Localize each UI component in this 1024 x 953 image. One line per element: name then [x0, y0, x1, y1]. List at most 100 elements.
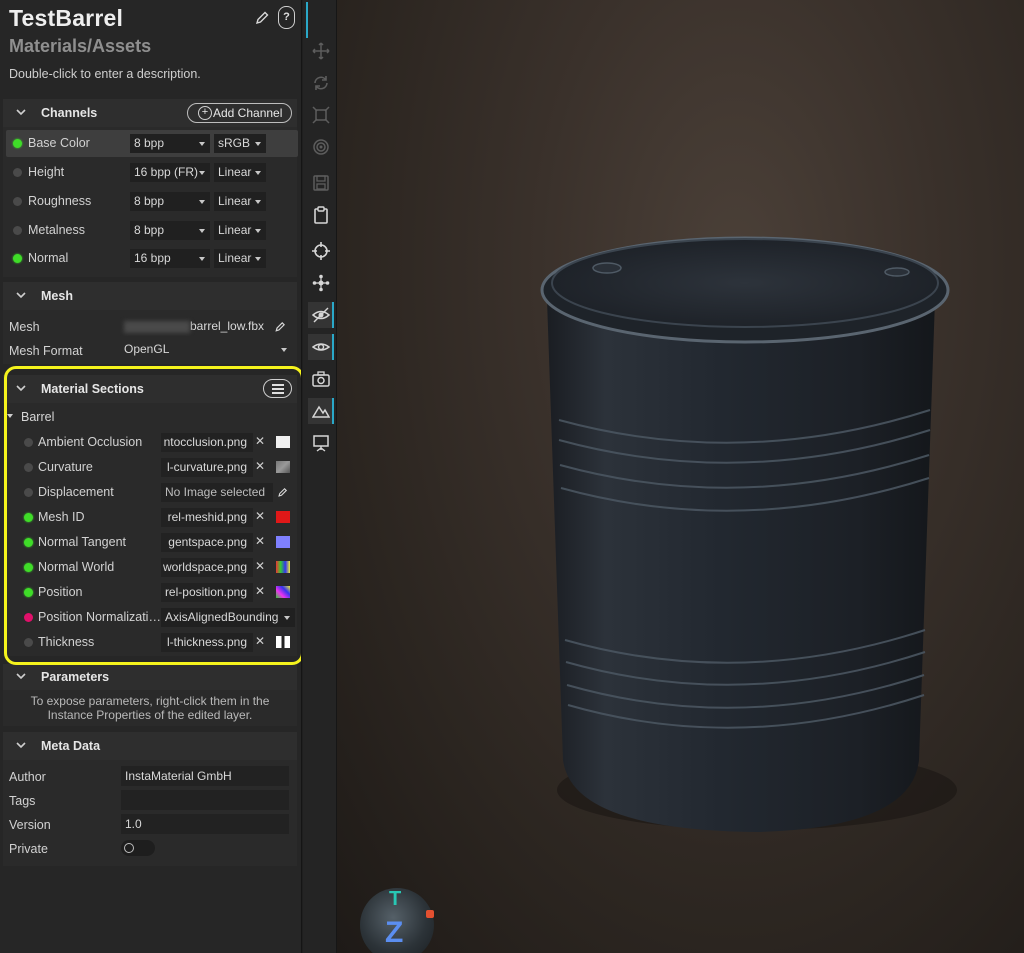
scale-icon	[312, 106, 330, 124]
color-space-dropdown[interactable]: Linear	[214, 163, 266, 182]
clear-icon[interactable]: ✕	[255, 534, 265, 548]
visibility-button[interactable]	[308, 302, 334, 328]
map-name: Thickness	[38, 635, 95, 649]
map-row-mesh-id[interactable]: Mesh ID rel-meshid.png ✕	[6, 505, 298, 530]
map-file-field[interactable]: No Image selected	[161, 483, 273, 502]
pencil-icon[interactable]	[277, 487, 288, 498]
map-file-field[interactable]: ntocclusion.png	[161, 433, 253, 452]
channel-row-height[interactable]: Height 16 bpp (FR) Linear	[6, 159, 298, 186]
pencil-icon[interactable]	[274, 321, 286, 333]
clipboard-button[interactable]	[308, 202, 334, 228]
version-label: Version	[9, 818, 51, 832]
mesh-path-field[interactable]: barrel_low.fbx	[120, 316, 270, 336]
map-row-ambient-occlusion[interactable]: Ambient Occlusion ntocclusion.png ✕	[6, 430, 298, 455]
material-sections-header[interactable]: Material Sections	[3, 375, 297, 403]
mesh-format-label: Mesh Format	[9, 344, 83, 358]
color-space-dropdown[interactable]: Linear	[214, 221, 266, 240]
channel-row-roughness[interactable]: Roughness 8 bpp Linear	[6, 188, 298, 215]
clear-icon[interactable]: ✕	[255, 634, 265, 648]
target-tool-button[interactable]	[308, 134, 334, 160]
help-button[interactable]: ?	[278, 6, 295, 29]
clear-icon[interactable]: ✕	[255, 459, 265, 473]
map-name: Mesh ID	[38, 510, 85, 524]
3d-viewport[interactable]: T Z	[337, 0, 1024, 953]
channel-row-normal[interactable]: Normal 16 bpp Linear	[6, 245, 298, 272]
pencil-icon[interactable]	[254, 10, 270, 26]
map-file-field[interactable]: worldspace.png	[161, 558, 253, 577]
hamburger-menu-button[interactable]	[263, 379, 292, 398]
private-toggle[interactable]	[121, 840, 155, 856]
mesh-section-header[interactable]: Mesh	[3, 282, 297, 310]
version-field[interactable]: 1.0	[121, 814, 289, 834]
channel-status-dot	[13, 197, 22, 206]
map-file-field[interactable]: gentspace.png	[161, 533, 253, 552]
parameters-section-header[interactable]: Parameters	[3, 664, 297, 690]
crosshair-button[interactable]	[308, 238, 334, 264]
color-space-dropdown[interactable]: sRGB	[214, 134, 266, 153]
map-file-field[interactable]: rel-meshid.png	[161, 508, 253, 527]
meta-data-section-header[interactable]: Meta Data	[3, 732, 297, 760]
color-space-dropdown[interactable]: Linear	[214, 249, 266, 268]
clear-icon[interactable]: ✕	[255, 559, 265, 573]
clear-icon[interactable]: ✕	[255, 509, 265, 523]
axis-gizmo[interactable]: T Z	[360, 888, 434, 953]
clear-icon[interactable]: ✕	[255, 584, 265, 598]
map-file-field[interactable]: rel-position.png	[161, 583, 253, 602]
channel-row-base-color[interactable]: Base Color 8 bpp sRGB	[6, 130, 298, 157]
channel-name: Height	[28, 165, 65, 179]
clipboard-icon	[314, 206, 328, 224]
bit-depth-dropdown[interactable]: 8 bpp	[130, 134, 210, 153]
barrel-render	[540, 236, 957, 832]
map-row-curvature[interactable]: Curvature l-curvature.png ✕	[6, 455, 298, 480]
section-title: Material Sections	[41, 382, 144, 396]
environment-button[interactable]	[308, 398, 334, 424]
map-row-normal-tangent[interactable]: Normal Tangent gentspace.png ✕	[6, 530, 298, 555]
gizmo-x-axis	[426, 910, 434, 918]
clear-icon[interactable]: ✕	[255, 434, 265, 448]
bit-depth-dropdown[interactable]: 16 bpp (FR)	[130, 163, 210, 182]
channel-name: Metalness	[28, 223, 85, 237]
material-sections-body: Barrel Ambient Occlusion ntocclusion.png…	[3, 403, 297, 656]
map-row-position-normalization[interactable]: Position Normalizati… AxisAlignedBoundin…	[6, 605, 298, 630]
map-name: Position	[38, 585, 83, 599]
bit-depth-dropdown[interactable]: 8 bpp	[130, 192, 210, 211]
map-thumbnail	[276, 586, 290, 598]
channels-section-header[interactable]: Channels + Add Channel	[3, 99, 297, 127]
map-row-displacement[interactable]: Displacement No Image selected	[6, 480, 298, 505]
section-title: Mesh	[41, 289, 73, 303]
view-toggle-button[interactable]	[308, 334, 334, 360]
color-space-dropdown[interactable]: Linear	[214, 192, 266, 211]
section-title: Channels	[41, 106, 98, 120]
channel-row-metalness[interactable]: Metalness 8 bpp Linear	[6, 217, 298, 244]
mesh-format-dropdown[interactable]: OpenGL	[120, 340, 292, 359]
map-file-field[interactable]: l-thickness.png	[161, 633, 253, 652]
normalization-dropdown[interactable]: AxisAlignedBounding	[161, 608, 295, 627]
bit-depth-dropdown[interactable]: 16 bpp	[130, 249, 210, 268]
map-row-position[interactable]: Position rel-position.png ✕	[6, 580, 298, 605]
rotate-tool-button[interactable]	[308, 70, 334, 96]
asset-description[interactable]: Double-click to enter a description.	[9, 67, 201, 81]
target-icon	[313, 139, 329, 155]
map-row-thickness[interactable]: Thickness l-thickness.png ✕	[6, 630, 298, 655]
author-field[interactable]: InstaMaterial GmbH	[121, 766, 289, 786]
eye-slash-icon	[312, 307, 330, 323]
add-channel-button[interactable]: + Add Channel	[187, 103, 292, 123]
scale-tool-button[interactable]	[308, 102, 334, 128]
screenshot-button[interactable]	[308, 366, 334, 392]
chevron-down-icon	[16, 385, 26, 392]
toggle-knob	[124, 843, 134, 853]
save-button[interactable]	[308, 170, 334, 196]
map-row-normal-world[interactable]: Normal World worldspace.png ✕	[6, 555, 298, 580]
plus-circle-icon: +	[198, 106, 212, 120]
map-thumbnail	[276, 561, 290, 573]
chevron-down-icon	[16, 673, 26, 680]
node-graph-button[interactable]	[308, 270, 334, 296]
tags-field[interactable]	[121, 790, 289, 810]
meta-data-body: Author InstaMaterial GmbH Tags Version 1…	[3, 760, 297, 866]
triangle-down-icon	[7, 414, 13, 418]
presentation-button[interactable]	[308, 430, 334, 456]
move-tool-button[interactable]	[308, 38, 334, 64]
map-file-field[interactable]: l-curvature.png	[161, 458, 253, 477]
bit-depth-dropdown[interactable]: 8 bpp	[130, 221, 210, 240]
channel-name: Roughness	[28, 194, 92, 208]
